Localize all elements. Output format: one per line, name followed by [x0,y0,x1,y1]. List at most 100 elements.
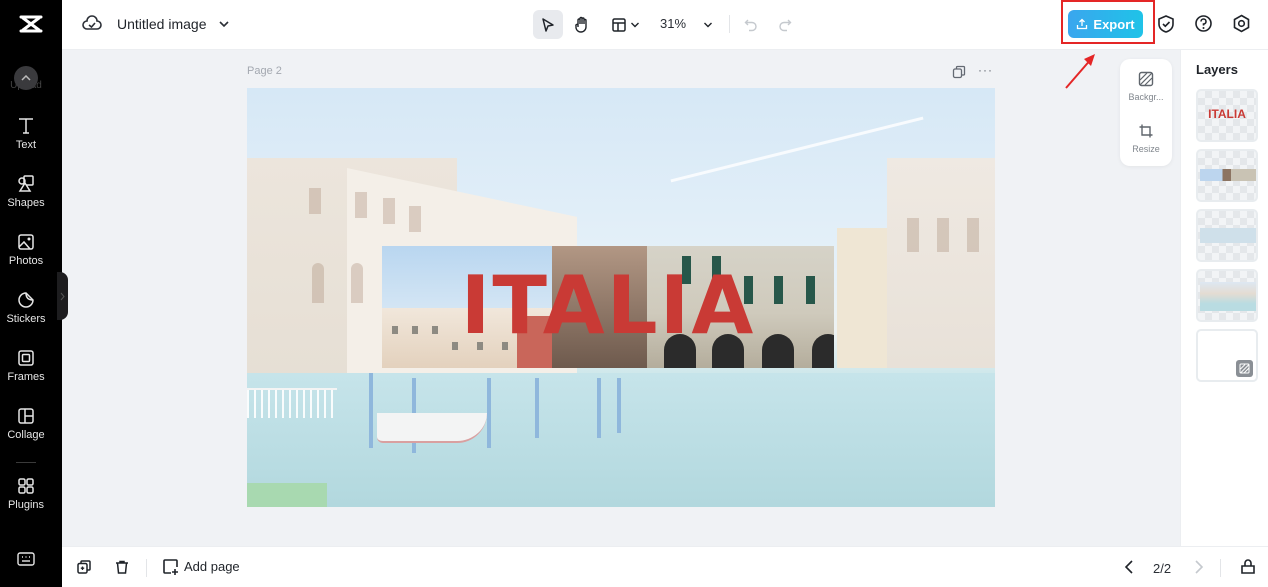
duplicate-icon [952,65,966,79]
design-canvas[interactable]: ITALIA [247,88,995,507]
chevron-right-icon [60,292,65,300]
resize-tool-button[interactable]: Resize [1120,123,1172,154]
shapes-icon [18,175,34,192]
document-title[interactable]: Untitled image [117,16,207,32]
delete-page-button[interactable] [114,559,130,580]
hand-tool-button[interactable] [567,10,597,39]
cloud-save-status[interactable] [82,14,102,37]
capcut-editor: Upload Text Shapes Photos Stickers Frame… [0,0,1268,587]
sidebar-item-photos[interactable]: Photos [0,232,52,267]
chevron-down-icon [704,22,712,27]
sidebar-item-plugins[interactable]: Plugins [0,476,52,511]
panel-expand-handle[interactable] [57,272,68,320]
sidebar-item-label: Text [15,139,37,151]
sidebar-item-collage[interactable]: Collage [0,406,52,441]
add-page-label: Add page [184,559,240,574]
sidebar-item-label: Stickers [6,313,46,325]
layer-item-background[interactable] [1196,329,1258,382]
layer-item-italia-text[interactable]: ITALIA [1196,89,1258,142]
chevron-left-icon [1124,560,1133,574]
resize-tool-label: Resize [1132,144,1160,154]
top-toolbar: Untitled image 31% Export [62,0,1268,50]
sidebar-item-label: Photos [8,255,44,267]
help-icon [1195,15,1212,32]
capcut-logo[interactable] [0,6,62,42]
settings-button[interactable] [1232,14,1251,38]
sidebar-item-shapes[interactable]: Shapes [0,174,52,209]
background-icon [1138,71,1154,87]
export-button[interactable]: Export [1068,10,1143,38]
resize-icon [1139,124,1153,138]
building-window [351,263,363,303]
building-window [309,188,321,214]
plugins-icon [18,478,34,494]
bottom-divider [1220,559,1221,577]
building-window [383,198,395,224]
mooring-pole [617,378,621,433]
expand-pages-button[interactable] [1240,559,1256,580]
chevron-right-icon [1195,560,1204,574]
sidebar-item-stickers[interactable]: Stickers [0,290,52,325]
zoom-dropdown-button[interactable] [699,10,717,39]
add-page-icon [163,559,178,575]
sidebar-item-label: Shapes [7,197,45,209]
chevron-down-icon [219,21,229,28]
duplicate-icon [77,560,91,574]
redo-button[interactable] [775,10,795,39]
italia-photo-strip[interactable]: ITALIA [382,246,834,368]
cloud-check-icon [82,15,102,30]
hand-icon [575,16,587,33]
sidebar-item-frames[interactable]: Frames [0,348,52,383]
building-window [967,218,979,252]
title-menu-button[interactable] [218,17,230,35]
chevron-down-icon [630,22,639,27]
trash-icon [116,560,128,574]
keyboard-shortcuts-button[interactable] [16,551,36,572]
cursor-icon [542,17,554,32]
next-page-button[interactable] [1194,559,1204,580]
white-boat [377,413,487,443]
gear-icon [1233,14,1250,33]
security-button[interactable] [1157,14,1175,39]
upload-icon [1077,18,1088,30]
rail-divider [16,462,36,463]
page-more-options-button[interactable]: ··· [978,63,993,77]
red-arrow-annotation [1065,54,1095,89]
layout-dropdown-button[interactable] [607,10,643,39]
canal-water [247,373,995,507]
right-building [887,158,995,368]
help-button[interactable] [1194,14,1213,38]
undo-button[interactable] [741,10,761,39]
building-window [907,218,919,252]
export-label: Export [1093,16,1135,32]
building-window [355,192,367,218]
building-window [937,218,949,252]
previous-page-button[interactable] [1124,559,1134,580]
layer-item-rectangle[interactable] [1196,209,1258,262]
page-indicator: 2/2 [1153,561,1172,576]
page-tray-icon [1241,559,1255,574]
background-icon [1239,363,1250,374]
mooring-pole [597,378,601,438]
mooring-pole [369,373,373,448]
sidebar-item-text[interactable]: Text [0,116,52,151]
select-tool-button[interactable] [533,10,563,39]
building-window [312,263,324,303]
stickers-icon [18,292,34,308]
toolbar-divider [729,15,730,33]
duplicate-page-button[interactable] [76,559,92,580]
background-tool-button[interactable]: Backgr... [1120,71,1172,102]
duplicate-page-button[interactable] [952,65,966,84]
layer-item-canal-photo[interactable] [1196,269,1258,322]
background-badge [1236,360,1253,377]
collapse-upload-button[interactable] [14,66,38,90]
zoom-level[interactable]: 31% [660,16,686,31]
mooring-pole [487,378,491,448]
layer-item-photo-strip[interactable] [1196,149,1258,202]
bottom-toolbar: Add page 2/2 [62,546,1268,587]
layers-title: Layers [1196,62,1238,77]
balcony-railing [247,388,337,418]
add-page-button[interactable]: Add page [162,558,240,575]
capcut-logo-icon [19,15,43,33]
italia-headline-text[interactable]: ITALIA [382,258,834,354]
